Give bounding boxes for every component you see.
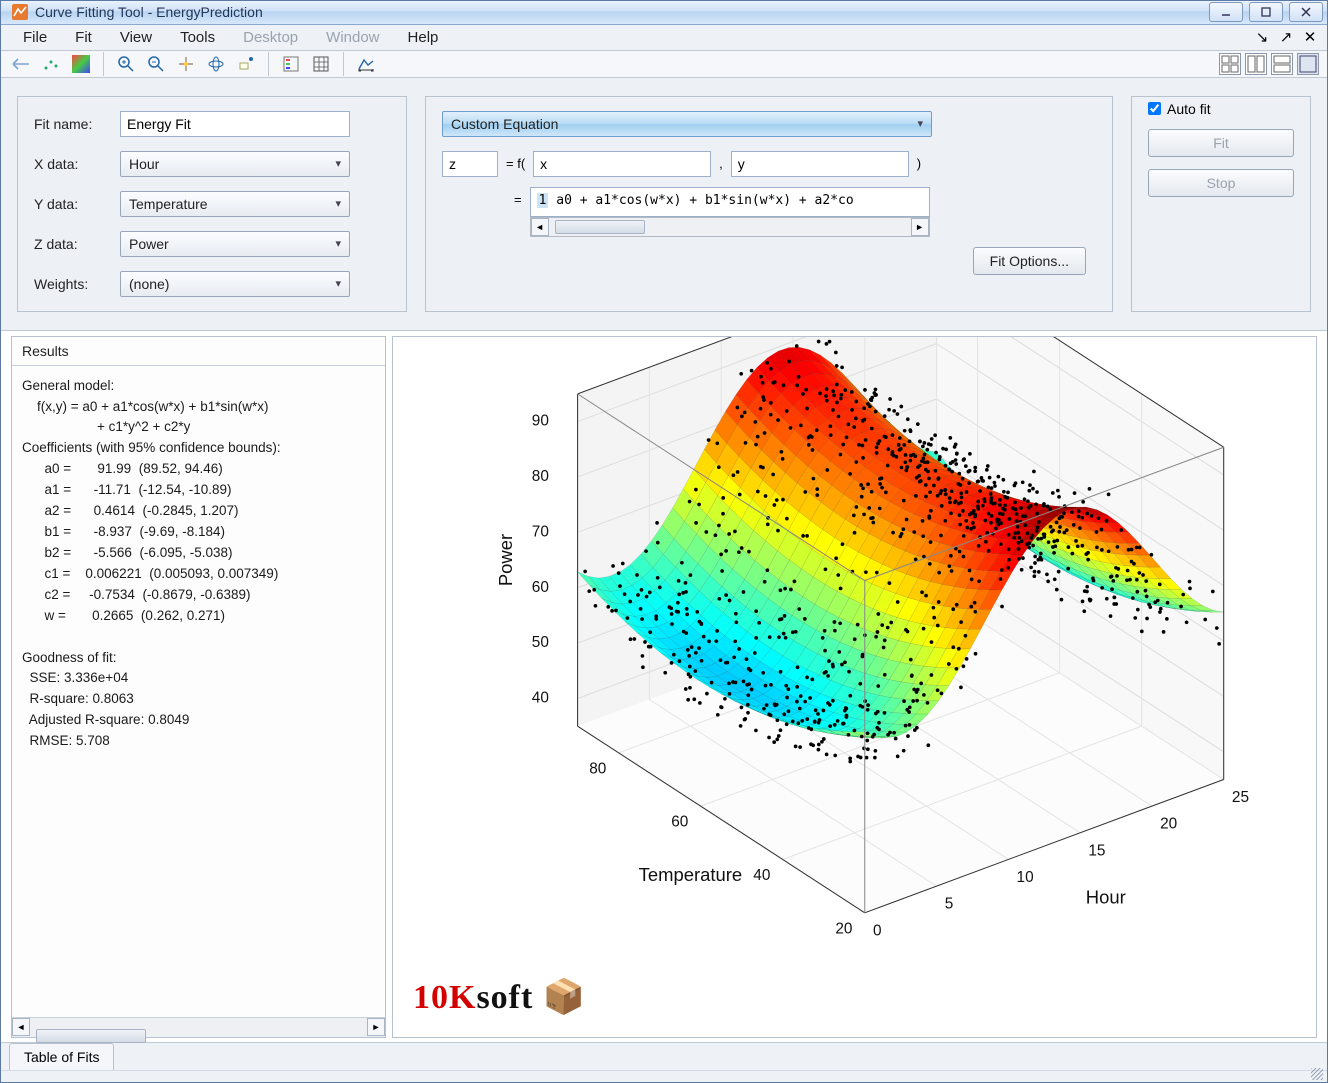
minimize-button[interactable] [1209,2,1243,22]
close-pane-icon[interactable]: ✕ [1301,28,1319,46]
tab-table-of-fits[interactable]: Table of Fits [9,1043,114,1070]
weights-combo[interactable]: (none) [120,271,350,297]
arrow-left-icon[interactable] [9,52,33,76]
svg-text:Power: Power [495,533,516,585]
fit-controls-panel: Auto fit Fit Stop [1131,96,1311,312]
zdata-combo[interactable]: Power [120,231,350,257]
plot-points-icon[interactable] [39,52,63,76]
xdata-label: X data: [34,156,120,172]
xdata-combo[interactable]: Hour [120,151,350,177]
layout-2x2-icon[interactable] [1219,53,1241,75]
fit-type-combo[interactable]: Custom Equation [442,111,932,137]
data-cursor-icon[interactable] [234,52,258,76]
grid-icon[interactable] [309,52,333,76]
svg-text:Temperature: Temperature [639,864,743,885]
scroll-right-icon[interactable]: ► [367,1018,385,1036]
lhs-var-input[interactable] [442,151,498,177]
results-body: General model: f(x,y) = a0 + a1*cos(w*x)… [12,366,385,1017]
svg-text:20: 20 [835,920,852,937]
menu-desktop[interactable]: Desktop [229,25,312,50]
ydata-label: Y data: [34,196,120,212]
autofit-checkbox[interactable]: Auto fit [1148,101,1294,117]
svg-text:0: 0 [873,922,882,939]
watermark: 10Ksoft 📦 [413,977,586,1017]
svg-text:15: 15 [1088,842,1105,859]
menubar: File Fit View Tools Desktop Window Help … [1,25,1327,51]
svg-text:Hour: Hour [1086,886,1126,907]
eq-close: ) [917,156,921,171]
scroll-right-icon[interactable]: ► [911,218,929,236]
toolbar [1,51,1327,78]
menu-view[interactable]: View [106,25,166,50]
svg-text:40: 40 [532,689,549,706]
rotate3d-icon[interactable] [204,52,228,76]
fit-options-button[interactable]: Fit Options... [973,247,1086,275]
svg-text:80: 80 [532,468,549,485]
undock-icon[interactable]: ↘ [1253,28,1271,46]
bottom-tabs: Table of Fits [1,1042,1327,1070]
eq-comma: , [719,156,723,171]
maximize-button[interactable] [1249,2,1283,22]
svg-text:90: 90 [532,412,549,429]
legend-icon[interactable] [279,52,303,76]
layout-hsplit-icon[interactable] [1245,53,1267,75]
colormap-icon[interactable] [69,52,93,76]
results-hscroll[interactable]: ◄ ► [12,1017,385,1037]
stop-button[interactable]: Stop [1148,169,1294,197]
svg-text:10: 10 [1017,869,1034,886]
menu-fit[interactable]: Fit [61,25,106,50]
results-header: Results [12,337,385,366]
menu-tools[interactable]: Tools [166,25,229,50]
zoom-in-icon[interactable] [114,52,138,76]
svg-text:5: 5 [945,895,954,912]
menu-help[interactable]: Help [394,25,453,50]
var1-input[interactable] [533,151,711,177]
statusbar [1,1070,1327,1082]
app-icon [11,3,29,21]
var2-input[interactable] [731,151,909,177]
menu-file[interactable]: File [9,25,61,50]
equation-body-input[interactable]: 1 a0 + a1*cos(w*x) + b1*sin(w*x) + a2*co [530,187,930,217]
equation-hscroll[interactable]: ◄ ► [530,217,930,237]
svg-text:80: 80 [589,760,606,777]
equation-panel: Custom Equation = f( , ) = 1 a0 + a1*cos… [425,96,1113,312]
fitname-label: Fit name: [34,116,120,132]
titlebar: Curve Fitting Tool - EnergyPrediction [1,1,1327,25]
scroll-left-icon[interactable]: ◄ [531,218,549,236]
ydata-combo[interactable]: Temperature [120,191,350,217]
zdata-label: Z data: [34,236,120,252]
eq-assign: = [514,192,522,207]
results-panel: Results General model: f(x,y) = a0 + a1*… [11,336,386,1038]
eq-f-label: = f( [506,156,525,171]
svg-text:40: 40 [753,867,770,884]
svg-text:25: 25 [1232,789,1249,806]
zoom-out-icon[interactable] [144,52,168,76]
dock-icon[interactable]: ↗ [1277,28,1295,46]
svg-text:70: 70 [532,523,549,540]
window-title: Curve Fitting Tool - EnergyPrediction [35,4,1209,20]
layout-vsplit-icon[interactable] [1271,53,1293,75]
menu-window[interactable]: Window [312,25,393,50]
axes-limits-icon[interactable] [354,52,378,76]
surface-plot[interactable]: 40 50 60 70 80 90 Power 0 5 10 15 20 25 Hour 20 40 60 80 T… [392,336,1317,1038]
pan-icon[interactable] [174,52,198,76]
scroll-left-icon[interactable]: ◄ [12,1018,30,1036]
svg-text:60: 60 [671,813,688,830]
layout-single-icon[interactable] [1297,53,1319,75]
weights-label: Weights: [34,276,120,292]
data-selection-panel: Fit name: X data:Hour Y data:Temperature… [17,96,407,312]
svg-text:60: 60 [532,578,549,595]
svg-text:20: 20 [1160,815,1177,832]
svg-text:50: 50 [532,634,549,651]
close-button[interactable] [1289,2,1323,22]
fitname-input[interactable] [120,111,350,137]
fit-button[interactable]: Fit [1148,129,1294,157]
